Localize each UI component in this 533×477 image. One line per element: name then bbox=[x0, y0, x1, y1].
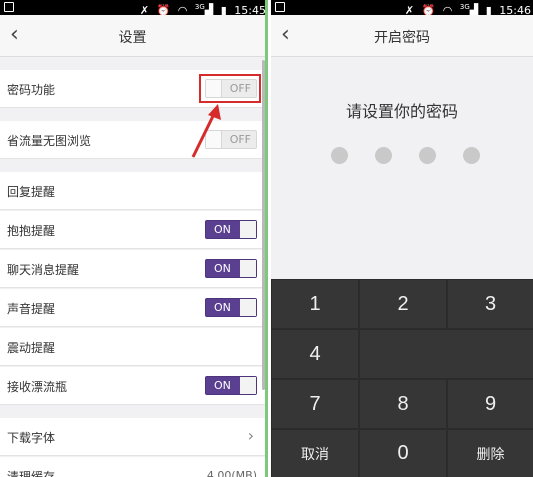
password-dot bbox=[375, 147, 392, 164]
setting-row-chat-reminder[interactable]: 聊天消息提醒 ON bbox=[0, 250, 265, 288]
numeric-keypad: 1 2 3 4 7 8 9 取消 0 删除 bbox=[271, 279, 533, 477]
setting-label: 回复提醒 bbox=[7, 185, 56, 199]
setting-label: 震动提醒 bbox=[7, 341, 56, 355]
toggle-knob bbox=[240, 299, 256, 316]
status-bar: ✗ ⏰ ◠ 3G▟ ▮ 15:46 bbox=[271, 0, 533, 17]
key-7[interactable]: 7 bbox=[272, 380, 358, 428]
set-password-screen: ✗ ⏰ ◠ 3G▟ ▮ 15:46 ‹ 开启密码 请设置你的密码 1 2 3 4… bbox=[271, 0, 533, 477]
key-1[interactable]: 1 bbox=[272, 280, 358, 328]
setting-row-clear-cache[interactable]: 清理缓存 4.00(MB) bbox=[0, 457, 265, 477]
toggle-state: ON bbox=[214, 262, 231, 275]
setting-label: 密码功能 bbox=[7, 83, 56, 97]
toggle-knob bbox=[240, 221, 256, 238]
cache-size: 4.00(MB) bbox=[206, 469, 257, 477]
setting-label: 接收漂流瓶 bbox=[7, 380, 68, 394]
toggle-state: OFF bbox=[229, 133, 251, 146]
setting-row-download-font[interactable]: 下载字体 › bbox=[0, 418, 265, 456]
settings-screen: ✗ ⏰ ◠ 3G▟ ▮ 15:45 ‹ 设置 密码功能 OFF 省流量无图浏览 … bbox=[0, 0, 268, 477]
setting-label: 清理缓存 bbox=[7, 470, 56, 477]
key-0[interactable]: 0 bbox=[360, 430, 446, 477]
cancel-button[interactable]: 取消 bbox=[272, 430, 358, 477]
setting-row-vibrate-reminder[interactable]: 震动提醒 bbox=[0, 328, 265, 366]
password-prompt: 请设置你的密码 bbox=[345, 102, 458, 121]
toggle-state: ON bbox=[214, 223, 231, 236]
highlight-box bbox=[199, 74, 261, 103]
toggle-state: ON bbox=[214, 379, 231, 392]
page-title: 开启密码 bbox=[374, 30, 430, 46]
setting-label: 省流量无图浏览 bbox=[7, 134, 92, 148]
delete-button[interactable]: 删除 bbox=[448, 430, 533, 477]
setting-label: 聊天消息提醒 bbox=[7, 263, 80, 277]
key-4[interactable]: 4 bbox=[272, 330, 358, 378]
setting-row-reply-reminder[interactable]: 回复提醒 bbox=[0, 172, 265, 210]
toggle-knob bbox=[240, 260, 256, 277]
setting-row-data-saver[interactable]: 省流量无图浏览 OFF bbox=[0, 121, 265, 159]
setting-row-hug-reminder[interactable]: 抱抱提醒 ON bbox=[0, 211, 265, 249]
page-title: 设置 bbox=[118, 30, 147, 46]
annotation-arrow-icon bbox=[191, 104, 221, 158]
setting-label: 下载字体 bbox=[7, 431, 56, 445]
key-9[interactable]: 9 bbox=[448, 380, 533, 428]
chat-reminder-toggle[interactable]: ON bbox=[205, 259, 257, 278]
setting-row-drift-bottle[interactable]: 接收漂流瓶 ON bbox=[0, 367, 265, 405]
sound-reminder-toggle[interactable]: ON bbox=[205, 298, 257, 317]
hug-reminder-toggle[interactable]: ON bbox=[205, 220, 257, 239]
drift-bottle-toggle[interactable]: ON bbox=[205, 376, 257, 395]
scrollbar[interactable] bbox=[262, 60, 265, 390]
toggle-knob bbox=[240, 377, 256, 394]
key-8[interactable]: 8 bbox=[360, 380, 446, 428]
image-notification-icon bbox=[275, 2, 285, 12]
password-header: ‹ 开启密码 bbox=[271, 15, 533, 57]
chevron-right-icon: › bbox=[247, 426, 254, 445]
setting-label: 抱抱提醒 bbox=[7, 224, 56, 238]
setting-label: 声音提醒 bbox=[7, 302, 56, 316]
setting-row-sound-reminder[interactable]: 声音提醒 ON bbox=[0, 289, 265, 327]
status-bar: ✗ ⏰ ◠ 3G▟ ▮ 15:45 bbox=[0, 0, 265, 17]
toggle-state: ON bbox=[214, 301, 231, 314]
image-notification-icon bbox=[4, 2, 14, 12]
password-dots bbox=[331, 147, 491, 165]
key-2[interactable]: 2 bbox=[360, 280, 446, 328]
password-dot bbox=[419, 147, 436, 164]
password-dot bbox=[331, 147, 348, 164]
key-blank bbox=[360, 330, 533, 378]
key-3[interactable]: 3 bbox=[448, 280, 533, 328]
settings-header: ‹ 设置 bbox=[0, 15, 265, 57]
password-dot bbox=[463, 147, 480, 164]
